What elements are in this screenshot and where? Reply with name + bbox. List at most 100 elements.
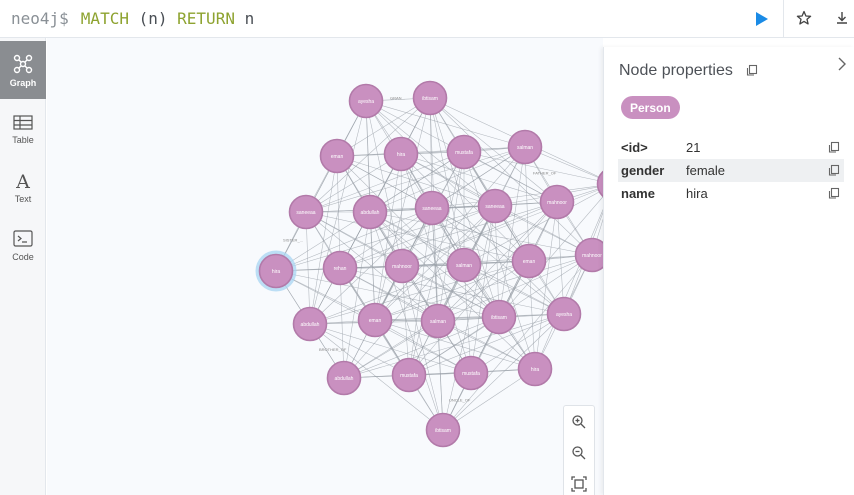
collapse-panel-button[interactable] <box>834 56 850 72</box>
tab-table[interactable]: Table <box>0 100 46 158</box>
graph-node[interactable]: saneeaa <box>477 188 513 224</box>
node-caption: ibtisam <box>422 96 438 102</box>
node-caption: mustafa <box>400 373 418 379</box>
zoom-out-icon <box>572 446 586 460</box>
relationship-label: BROTHER_OF <box>319 347 347 352</box>
relationship-label: UNCLE_OF <box>449 398 471 403</box>
property-row: name hira <box>618 182 844 205</box>
node-caption: hira <box>397 152 406 158</box>
graph-node[interactable]: mahnoor <box>574 237 604 273</box>
graph-node[interactable]: salman <box>446 247 482 283</box>
graph-node[interactable]: hira <box>383 136 419 172</box>
graph-node[interactable]: abdullah <box>292 306 328 342</box>
properties-table: <id> 21 gender female name hira <box>618 136 844 205</box>
node-caption: mahnoor <box>582 253 602 259</box>
panel-title: Node properties <box>619 62 733 79</box>
graph-node[interactable]: hira <box>255 250 297 292</box>
graph-node[interactable]: saneeaa <box>414 190 450 226</box>
node-caption: eman <box>331 154 344 160</box>
graph-node[interactable]: ayesha <box>546 296 582 332</box>
query-token <box>168 9 178 28</box>
download-icon <box>837 12 847 24</box>
node-caption: eman <box>369 318 382 324</box>
graph-node[interactable]: saneeaa <box>288 194 324 230</box>
node-caption: ayesha <box>358 99 374 105</box>
node-caption: ayesha <box>556 312 572 318</box>
tab-code[interactable]: Code <box>0 216 46 274</box>
copy-icon[interactable] <box>746 64 758 76</box>
download-button[interactable] <box>832 8 852 28</box>
node-label-badge[interactable]: Person <box>621 96 680 119</box>
node-caption: saneeaa <box>485 204 504 210</box>
node-caption: eman <box>523 259 536 265</box>
graph-node[interactable]: salman <box>507 129 543 165</box>
graph-icon <box>13 54 33 73</box>
graph-node[interactable]: abdullah <box>326 360 362 396</box>
graph-node[interactable]: mustafa <box>391 357 427 393</box>
play-icon <box>756 12 768 26</box>
graph-node[interactable]: ibtisam <box>412 80 448 116</box>
relationship-label: FATHER_OF <box>533 171 557 176</box>
text-icon: A <box>15 171 30 191</box>
node-caption: abdullah <box>335 376 354 382</box>
node-caption: saneeaa <box>296 210 315 216</box>
graph-node[interactable]: salman <box>420 303 456 339</box>
property-key: gender <box>621 163 665 178</box>
graph-node[interactable]: eman <box>357 302 393 338</box>
code-icon <box>13 229 33 247</box>
node-caption: hira <box>272 269 281 275</box>
graph-node[interactable]: hira <box>517 351 553 387</box>
copy-icon[interactable] <box>828 164 840 176</box>
node-caption: hira <box>531 367 540 373</box>
query-text[interactable]: MATCH (n) RETURN n <box>81 9 254 28</box>
graph-node[interactable]: mustafa <box>453 355 489 391</box>
property-value: 21 <box>686 140 701 155</box>
copy-icon[interactable] <box>828 141 840 153</box>
relationship-line[interactable] <box>534 201 558 370</box>
copy-icon[interactable] <box>828 187 840 199</box>
property-value: hira <box>686 186 708 201</box>
query-token: RETURN <box>177 9 235 28</box>
graph-node[interactable]: mahnoor <box>384 248 420 284</box>
favorite-button[interactable] <box>794 8 814 28</box>
node-caption: abdullah <box>361 210 380 216</box>
graph-node[interactable]: rehan <box>322 250 358 286</box>
run-query-button[interactable] <box>750 8 772 30</box>
graph-node[interactable]: abdullah <box>352 194 388 230</box>
query-token <box>129 9 139 28</box>
relationship-label: SISTER_... <box>283 238 303 243</box>
graph-canvas[interactable]: GRAN... FATHER_OF SISTER_... BROTHER_OF UNCL… <box>47 38 603 495</box>
toolbar-divider <box>783 0 784 38</box>
zoom-in-icon <box>572 415 586 429</box>
relationship-line[interactable] <box>408 207 433 376</box>
node-caption: mahnoor <box>547 200 567 206</box>
graph-node[interactable]: mahnoor <box>539 184 575 220</box>
fit-to-screen-icon <box>571 476 587 492</box>
tab-graph[interactable]: Graph <box>0 41 46 99</box>
tab-text-label: Text <box>14 193 32 204</box>
graph-node[interactable]: mustafa <box>446 134 482 170</box>
property-row: <id> 21 <box>618 136 844 159</box>
node-caption: abdullah <box>301 322 320 328</box>
node-caption: mustafa <box>462 371 480 377</box>
graph-visualization[interactable]: GRAN... FATHER_OF SISTER_... BROTHER_OF UNCL… <box>47 38 603 495</box>
zoom-in-button[interactable] <box>564 407 594 437</box>
node-properties-panel: Node properties Person <id> 21 gender fe… <box>603 47 854 495</box>
graph-node[interactable]: ayesha <box>348 83 384 119</box>
query-token: n <box>234 9 255 28</box>
node-caption: mahnoor <box>392 264 412 270</box>
fit-to-screen-button[interactable] <box>564 469 594 495</box>
tab-code-label: Code <box>12 251 34 262</box>
query-editor[interactable]: neo4j$ MATCH (n) RETURN n <box>0 0 782 37</box>
graph-node[interactable]: eman <box>319 138 355 174</box>
property-key: name <box>621 186 655 201</box>
tab-text[interactable]: A Text <box>0 158 46 216</box>
query-token: (n) <box>138 9 168 28</box>
property-value: female <box>686 163 726 178</box>
node-caption: salman <box>517 145 533 151</box>
star-icon <box>796 10 812 25</box>
graph-node[interactable]: eman <box>511 243 547 279</box>
zoom-out-button[interactable] <box>564 438 594 468</box>
graph-node[interactable]: ibtisam <box>425 412 461 448</box>
graph-node[interactable]: ibtisam <box>481 299 517 335</box>
